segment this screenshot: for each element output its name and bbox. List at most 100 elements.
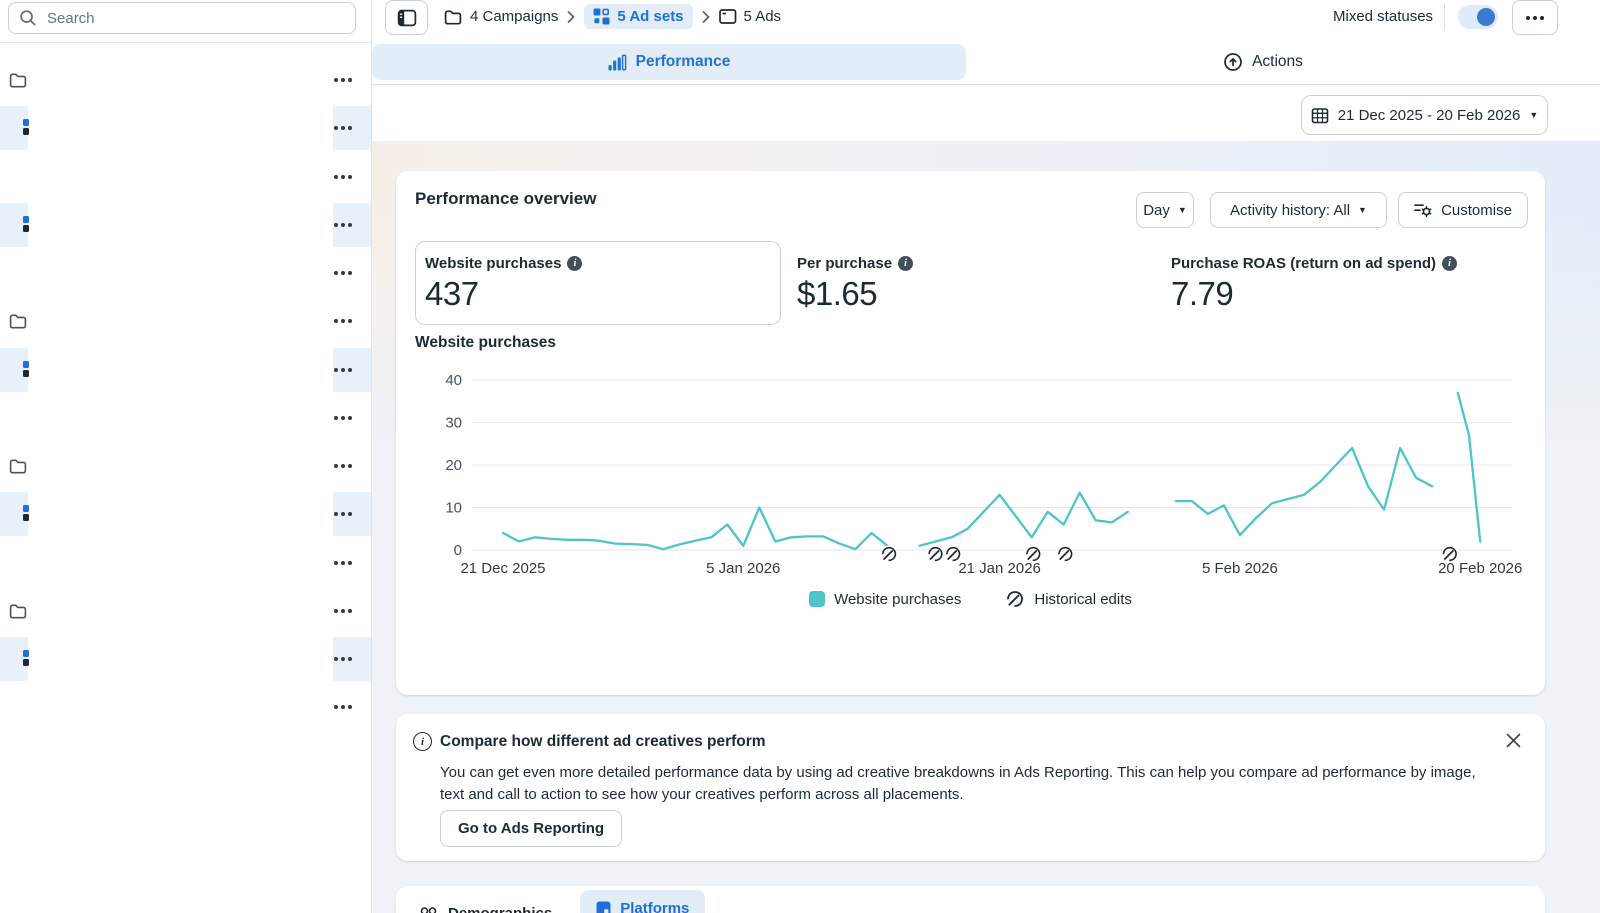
search-input[interactable] [45,9,345,28]
chart-title: Website purchases [415,334,556,352]
header-divider-vertical [1444,4,1445,30]
sidebar-row-ad[interactable] [0,249,371,297]
breadcrumb-ads[interactable]: 5 Ads [719,8,782,25]
sidebar-row-adset-selected[interactable] [0,201,371,249]
row-menu-button[interactable] [334,126,352,130]
calendar-icon [1311,106,1329,124]
historical-edit-icon[interactable] [1441,546,1458,563]
close-icon[interactable] [1506,733,1521,748]
row-menu-button[interactable] [334,464,352,468]
adset-grid-icon [23,119,29,135]
ads-manager-page: 4 Campaigns 5 Ad sets 5 Ads Mixed status… [0,0,1600,913]
svg-text:5 Feb 2026: 5 Feb 2026 [1202,560,1278,577]
metric-label: Website purchases i [425,255,582,272]
tab-actions[interactable]: Actions [966,44,1560,80]
historical-edit-icon[interactable] [1057,546,1074,563]
sidebar-row-ad[interactable] [0,539,371,587]
svg-text:20 Feb 2026: 20 Feb 2026 [1438,560,1522,577]
sidebar-row-ad[interactable] [0,153,371,201]
granularity-dropdown[interactable]: Day ▼ [1136,192,1194,228]
svg-text:30: 30 [445,415,462,432]
historical-edit-icon[interactable] [881,546,898,563]
svg-text:10: 10 [445,500,462,517]
mixed-statuses-label: Mixed statuses [1333,8,1433,25]
sidebar-row-campaign[interactable] [0,587,371,635]
date-range-button[interactable]: 21 Dec 2025 - 20 Feb 2026 ▼ [1301,95,1548,135]
sidebar-row-campaign[interactable] [0,297,371,345]
row-menu-button[interactable] [334,561,352,565]
granularity-label: Day [1143,202,1170,219]
info-icon[interactable]: i [1442,256,1457,271]
metric-label: Per purchase i [797,255,913,272]
ellipsis-icon [1526,16,1544,20]
legend-label: Website purchases [834,591,961,608]
sidebar-row-campaign[interactable] [0,442,371,490]
breadcrumb-adsets-label: 5 Ad sets [617,8,683,25]
row-menu-button[interactable] [334,319,352,323]
sidebar-row-adset-selected[interactable] [0,490,371,538]
historical-edit-icon[interactable] [945,546,962,563]
adset-grid-icon [23,650,29,666]
sidebar-row-ad[interactable] [0,683,371,731]
folder-icon [443,7,463,27]
performance-overview-card: Performance overview Day ▼ Activity hist… [396,171,1545,695]
platforms-icon [596,901,611,913]
row-menu-button[interactable] [334,78,352,82]
caret-down-icon: ▼ [1178,205,1187,215]
metric-value: $1.65 [797,275,877,313]
sidebar-row-campaign[interactable] [0,56,371,104]
info-icon[interactable]: i [567,256,582,271]
website-purchases-chart: 01020304021 Dec 20255 Jan 202621 Jan 202… [396,371,1545,579]
go-to-ads-reporting-button[interactable]: Go to Ads Reporting [440,810,622,847]
folder-icon [8,311,28,331]
row-menu-button[interactable] [334,657,352,661]
svg-text:5 Jan 2026: 5 Jan 2026 [706,560,780,577]
sidebar-row-adset-selected[interactable] [0,635,371,683]
sidebar-row-ad[interactable] [0,394,371,442]
circle-arrow-up-icon [1223,52,1243,72]
breadcrumb-campaigns-label: 4 Campaigns [470,8,558,25]
header-divider [372,84,1600,85]
row-menu-button[interactable] [334,368,352,372]
adset-grid-icon [23,216,29,232]
more-options-button[interactable] [1512,0,1558,35]
row-menu-button[interactable] [334,175,352,179]
svg-text:21 Dec 2025: 21 Dec 2025 [460,560,545,577]
ad-frame-icon [719,8,737,25]
metric-label: Purchase ROAS (return on ad spend) i [1171,255,1457,272]
bar-chart-icon [608,54,627,71]
row-menu-button[interactable] [334,705,352,709]
breakdown-tabs: Demographics Platforms [418,890,705,913]
sidebar-collapse-button[interactable] [385,0,428,35]
folder-icon [8,70,28,90]
metric-label-text: Website purchases [425,255,561,272]
svg-text:20: 20 [445,457,462,474]
tab-demographics[interactable]: Demographics [418,904,552,913]
tab-demographics-label: Demographics [448,905,552,913]
sidebar-row-adset-selected[interactable] [0,104,371,152]
row-menu-button[interactable] [334,223,352,227]
breadcrumb-adsets[interactable]: 5 Ad sets [584,4,692,29]
adset-grid-icon [23,505,29,521]
row-menu-button[interactable] [334,512,352,516]
historical-edit-icon[interactable] [927,546,944,563]
metric-label-text: Purchase ROAS (return on ad spend) [1171,255,1436,272]
row-menu-button[interactable] [334,416,352,420]
activity-history-dropdown[interactable]: Activity history: All ▼ [1210,192,1387,228]
info-icon[interactable]: i [898,256,913,271]
people-icon [418,904,439,913]
tab-performance[interactable]: Performance [372,44,966,80]
historical-edit-icon[interactable] [1025,546,1042,563]
tab-platforms[interactable]: Platforms [580,890,705,913]
chevron-right-icon [567,11,575,23]
tip-card: i Compare how different ad creatives per… [396,714,1545,861]
status-toggle[interactable] [1458,5,1498,29]
date-range-label: 21 Dec 2025 - 20 Feb 2026 [1338,107,1521,124]
sidebar-row-adset-selected[interactable] [0,346,371,394]
breadcrumb-campaigns[interactable]: 4 Campaigns [443,7,558,27]
row-menu-button[interactable] [334,271,352,275]
search-box[interactable] [8,2,356,34]
svg-text:40: 40 [445,372,462,389]
row-menu-button[interactable] [334,609,352,613]
customise-button[interactable]: Customise [1398,192,1528,228]
